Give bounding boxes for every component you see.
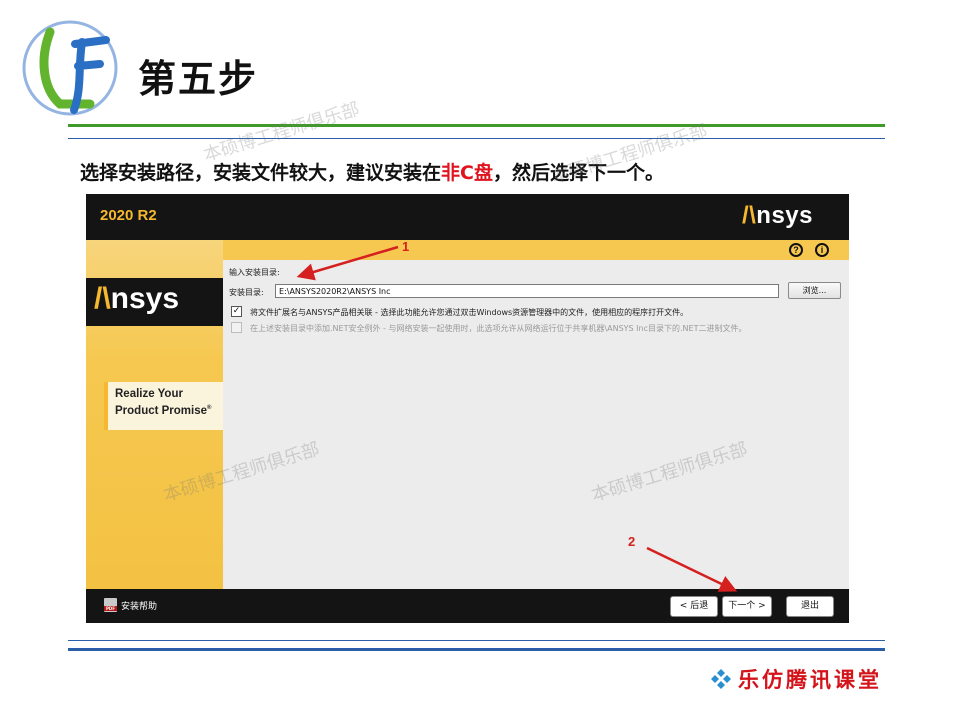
tagline: Realize Your Product Promise® bbox=[115, 387, 223, 418]
sidebar-logo-band: /\nsys bbox=[86, 278, 223, 326]
instruction-before: 选择安装路径，安装文件较大，建议安装在 bbox=[80, 162, 442, 184]
instruction-text: 选择安装路径，安装文件较大，建议安装在非C盘，然后选择下一个。 bbox=[80, 158, 664, 185]
installer-header: 2020 R2 /\nsys bbox=[86, 194, 849, 240]
net-exception-checkbox[interactable] bbox=[231, 322, 242, 333]
brand-label: 乐仿腾讯课堂 bbox=[738, 667, 882, 692]
associate-files-label: 将文件扩展名与ANSYS产品相关联 - 选择此功能允许您通过双击Windows资… bbox=[250, 308, 689, 317]
associate-files-checkbox[interactable]: ✓ bbox=[231, 306, 242, 317]
version-label: 2020 R2 bbox=[100, 207, 157, 224]
installer-content: 输入安装目录: 安装目录: 浏览... ✓ 将文件扩展名与ANSYS产品相关联 … bbox=[223, 260, 849, 589]
instruction-after: ，然后选择下一个。 bbox=[492, 162, 664, 184]
install-dir-input[interactable] bbox=[275, 284, 779, 298]
setup-help-link[interactable]: 安装帮助 bbox=[104, 598, 157, 612]
net-exception-label: 在上述安装目录中添加.NET安全例外 - 与网络安装一起使用时，此选项允许从网络… bbox=[250, 324, 747, 333]
divider-green bbox=[68, 124, 885, 127]
logo-text: nsys bbox=[756, 202, 813, 229]
slide-title: 第五步 bbox=[138, 57, 259, 101]
pdf-icon bbox=[104, 598, 117, 612]
ansys-header-logo: /\nsys bbox=[742, 202, 813, 230]
browse-button[interactable]: 浏览... bbox=[788, 282, 841, 299]
divider-bottom-thin bbox=[68, 640, 885, 641]
diamond-cluster-icon bbox=[711, 669, 731, 689]
lf-logo bbox=[22, 20, 118, 116]
ansys-sidebar-logo: /\nsys bbox=[94, 282, 179, 316]
logo-text: nsys bbox=[110, 282, 180, 315]
tagline-box: Realize Your Product Promise® bbox=[104, 382, 223, 430]
help-toolbar: ? i bbox=[223, 240, 849, 260]
back-button[interactable]: < 后退 bbox=[670, 596, 718, 617]
dir-label: 安装目录: bbox=[229, 288, 264, 297]
setup-help-label: 安装帮助 bbox=[121, 601, 158, 612]
divider-bottom-thick bbox=[68, 648, 885, 651]
logo-accent: /\ bbox=[741, 202, 757, 229]
tagline-line1: Realize Your bbox=[115, 388, 183, 400]
instruction-highlight: 非C盘 bbox=[441, 162, 493, 184]
watermark: 本硕博工程师俱乐部 bbox=[200, 98, 362, 167]
registered-mark: ® bbox=[207, 405, 212, 411]
installer-sidebar: /\nsys Realize Your Product Promise® bbox=[86, 240, 223, 589]
installer-window: 2020 R2 /\nsys /\nsys Realize Your Produ… bbox=[86, 194, 849, 623]
exit-button[interactable]: 退出 bbox=[786, 596, 834, 617]
divider-blue bbox=[68, 138, 885, 139]
brand-footer: 乐仿腾讯课堂 bbox=[710, 664, 882, 694]
next-button[interactable]: 下一个 > bbox=[722, 596, 772, 617]
logo-accent: /\ bbox=[94, 282, 111, 315]
section-label: 输入安装目录: bbox=[229, 268, 280, 277]
help-icon[interactable]: ? bbox=[789, 243, 803, 257]
installer-footer: 安装帮助 < 后退 下一个 > 退出 bbox=[86, 589, 849, 623]
info-icon[interactable]: i bbox=[815, 243, 829, 257]
tagline-line2: Product Promise bbox=[115, 404, 208, 417]
